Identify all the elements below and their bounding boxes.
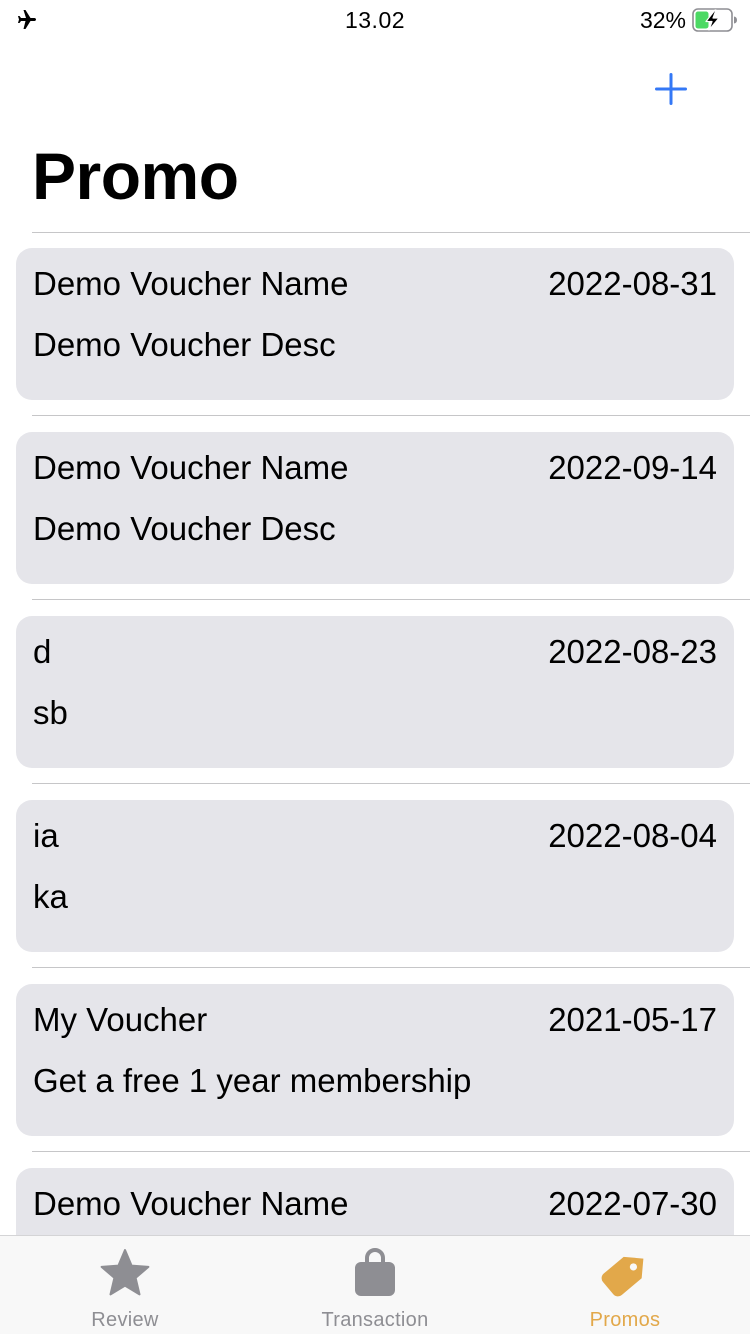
- page-title: Promo: [32, 139, 239, 213]
- voucher-desc: Demo Voucher Desc: [33, 326, 336, 363]
- voucher-desc: sb: [33, 694, 68, 731]
- tab-bar: Review Transaction Promos: [0, 1235, 750, 1334]
- voucher-list[interactable]: Promo Demo Voucher Name 2022-08-31 Demo …: [0, 0, 750, 1236]
- voucher-name: ia: [33, 817, 59, 854]
- voucher-date: 2022-09-14: [548, 449, 717, 486]
- row-divider: [32, 967, 750, 968]
- row-divider: [32, 599, 750, 600]
- voucher-name: Demo Voucher Name: [33, 1185, 349, 1222]
- tab-promos-label: Promos: [589, 1309, 661, 1331]
- tab-review-label: Review: [91, 1309, 159, 1331]
- voucher-date: 2022-08-31: [548, 265, 717, 302]
- voucher-card[interactable]: Demo Voucher Name 2022-07-30: [16, 1168, 734, 1236]
- voucher-desc: Demo Voucher Desc: [33, 510, 336, 547]
- voucher-date: 2022-07-30: [548, 1185, 717, 1222]
- voucher-name: Demo Voucher Name: [33, 449, 349, 486]
- row-divider: [32, 783, 750, 784]
- voucher-desc: ka: [33, 878, 68, 915]
- voucher-card[interactable]: My Voucher 2021-05-17 Get a free 1 year …: [16, 984, 734, 1136]
- tab-promos[interactable]: Promos: [500, 1236, 750, 1334]
- tab-transaction-label: Transaction: [321, 1309, 429, 1331]
- promo-screen: 13.02 32% Promo Demo Voucher Name 2022-0…: [0, 0, 750, 1334]
- add-voucher-button[interactable]: [648, 66, 694, 112]
- voucher-date: 2022-08-04: [548, 817, 717, 854]
- voucher-card[interactable]: d 2022-08-23 sb: [16, 616, 734, 768]
- voucher-desc: Get a free 1 year membership: [33, 1062, 472, 1099]
- voucher-card[interactable]: ia 2022-08-04 ka: [16, 800, 734, 952]
- voucher-card[interactable]: Demo Voucher Name 2022-08-31 Demo Vouche…: [16, 248, 734, 400]
- row-divider: [32, 415, 750, 416]
- tag-icon: [601, 1256, 644, 1297]
- bag-icon: [355, 1248, 395, 1296]
- voucher-name: My Voucher: [33, 1001, 208, 1038]
- voucher-name: d: [33, 633, 52, 670]
- voucher-date: 2022-08-23: [548, 633, 717, 670]
- voucher-date: 2021-05-17: [548, 1001, 717, 1038]
- tab-transaction[interactable]: Transaction: [250, 1236, 500, 1334]
- star-icon: [100, 1249, 150, 1296]
- row-divider: [32, 1151, 750, 1152]
- title-divider: [32, 232, 750, 233]
- voucher-name: Demo Voucher Name: [33, 265, 349, 302]
- tab-review[interactable]: Review: [0, 1236, 250, 1334]
- voucher-card[interactable]: Demo Voucher Name 2022-09-14 Demo Vouche…: [16, 432, 734, 584]
